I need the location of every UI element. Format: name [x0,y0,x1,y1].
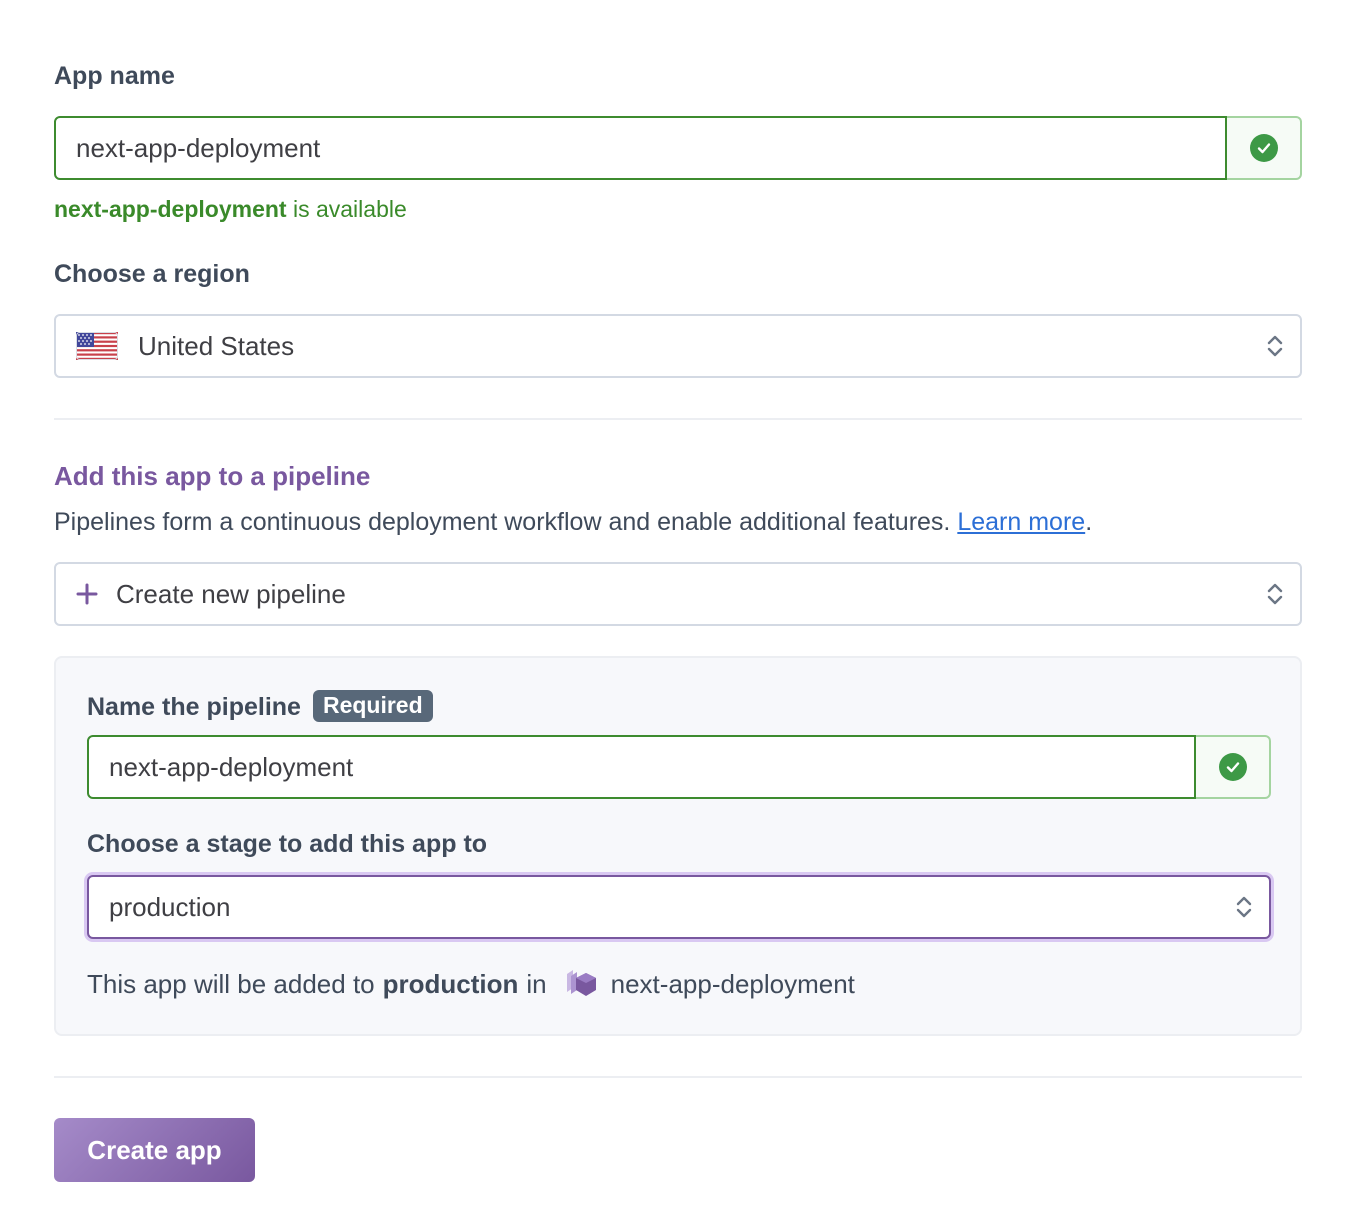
region-select[interactable]: United States [54,314,1302,378]
pipeline-selected: Create new pipeline [116,578,346,609]
pipeline-select[interactable]: Create new pipeline [54,562,1302,626]
chevron-up-down-icon [1267,583,1283,605]
info-pipeline-name: next-app-deployment [610,968,855,999]
availability-suffix: is available [286,196,407,222]
availability-name: next-app-deployment [54,196,287,222]
pipeline-icon [563,968,597,1000]
pipeline-name-label: Name the pipeline Required [87,690,433,722]
region-selected: United States [138,330,295,361]
chevron-up-down-icon [1236,896,1252,918]
pipeline-info: This app will be added to production in … [87,968,855,1000]
info-prefix: This app will be added to [87,968,375,999]
required-badge: Required [312,690,433,722]
pipeline-section-title: Add this app to a pipeline [54,461,371,491]
stage-label: Choose a stage to add this app to [87,830,488,858]
stage-select[interactable]: production [87,875,1271,939]
info-in: in [526,968,547,999]
section-divider [54,418,1302,420]
pipeline-description-end: . [1085,508,1093,536]
us-flag-icon [76,332,118,360]
info-stage: production [382,968,519,999]
app-name-valid-addon [1227,116,1302,180]
app-name-group [54,116,1302,180]
footer-divider [54,1076,1302,1078]
region-label: Choose a region [54,260,250,288]
pipeline-name-input[interactable] [87,735,1196,799]
pipeline-name-label-text: Name the pipeline [87,693,301,721]
stage-selected: production [109,891,231,922]
chevron-up-down-icon [1267,335,1283,357]
app-name-label: App name [54,62,175,90]
plus-icon [76,583,98,605]
create-app-form: App name next-app-deployment is availabl… [0,0,1366,1216]
pipeline-description-text: Pipelines form a continuous deployment w… [54,508,958,536]
new-pipeline-panel: Name the pipeline Required Choose a stage… [54,656,1302,1036]
learn-more-link[interactable]: Learn more [957,508,1085,536]
check-circle-icon [1249,134,1278,162]
pipeline-name-group [87,735,1271,799]
app-name-availability: next-app-deployment is available [54,196,407,223]
check-circle-icon [1218,753,1247,781]
pipeline-name-valid-addon [1196,735,1271,799]
pipeline-description: Pipelines form a continuous deployment w… [54,508,1092,537]
app-name-input[interactable] [54,116,1227,180]
create-app-button[interactable]: Create app [54,1118,255,1182]
